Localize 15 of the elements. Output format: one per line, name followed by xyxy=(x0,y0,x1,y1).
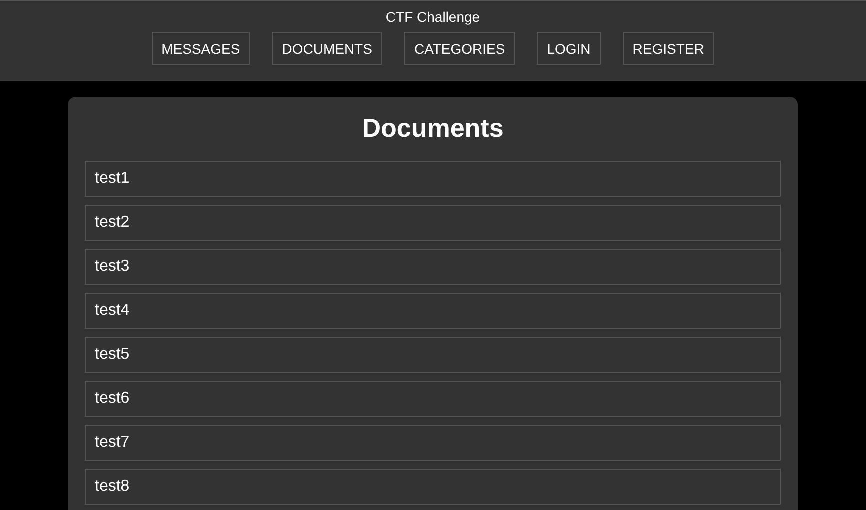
document-item[interactable]: test2 xyxy=(85,205,781,241)
document-item[interactable]: test5 xyxy=(85,337,781,373)
nav-button[interactable]: LOGIN xyxy=(537,32,601,65)
document-item[interactable]: test3 xyxy=(85,249,781,285)
document-item[interactable]: test6 xyxy=(85,381,781,417)
nav-button[interactable]: CATEGORIES xyxy=(404,32,516,65)
nav-button[interactable]: MESSAGES xyxy=(152,32,250,65)
site-title: CTF Challenge xyxy=(386,9,480,25)
document-item[interactable]: test1 xyxy=(85,161,781,197)
nav-button[interactable]: REGISTER xyxy=(622,32,714,65)
document-item[interactable]: test4 xyxy=(85,293,781,329)
nav-button[interactable]: DOCUMENTS xyxy=(272,32,382,65)
page-heading: Documents xyxy=(362,112,504,145)
document-item[interactable]: test7 xyxy=(85,425,781,461)
document-item[interactable]: test8 xyxy=(85,469,781,505)
